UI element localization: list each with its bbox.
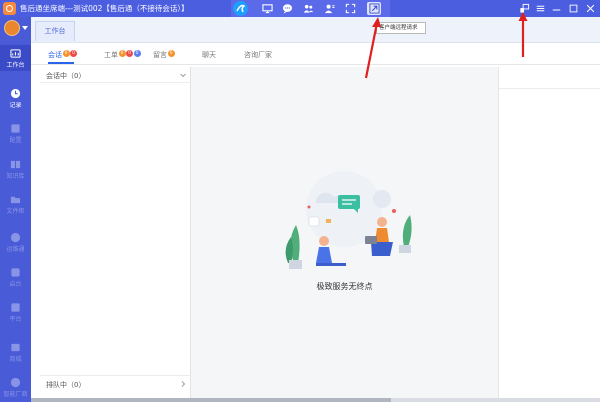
nav-item-config[interactable]: 配置	[0, 120, 31, 146]
active-tab-indicator	[48, 62, 74, 64]
minimize-icon[interactable]	[549, 2, 563, 15]
nav-label: 平台	[9, 316, 22, 323]
subtab-bar: 会话 0 0 工单 0 0 0 留言 0 聊天 咨询厂家	[31, 43, 600, 65]
detail-pane-header	[499, 67, 600, 89]
queue-group-header[interactable]: 排队中（0）	[40, 375, 191, 391]
folder-icon	[10, 196, 21, 204]
monitor-icon[interactable]	[260, 2, 274, 15]
chat-bubble-icon[interactable]	[280, 2, 294, 15]
conversation-pane: 极致服务无终点	[191, 67, 498, 398]
chevron-down-icon	[180, 73, 186, 78]
nav-label: 配置	[9, 137, 22, 144]
contacts-icon[interactable]	[322, 2, 336, 15]
nav-label: 文件柜	[6, 208, 25, 215]
horizontal-scrollbar[interactable]	[31, 398, 600, 402]
subtab-sessions[interactable]: 会话 0 0	[48, 50, 77, 60]
clock-icon	[10, 88, 21, 99]
workbench-icon	[10, 49, 21, 58]
subtab-label: 留言	[153, 51, 167, 59]
app-logo-icon[interactable]	[233, 1, 248, 16]
close-icon[interactable]	[583, 2, 597, 15]
annotation-arrow	[518, 12, 528, 57]
subtab-label: 会话	[48, 51, 62, 59]
nav-item-store[interactable]: 商城	[0, 339, 31, 365]
count-badge: 0	[70, 50, 77, 57]
session-group-header[interactable]: 会话中（0）	[40, 67, 191, 83]
nav-label: 智能厂商	[3, 391, 28, 398]
ops-icon	[10, 232, 21, 243]
nav-item-records[interactable]: 记录	[0, 85, 31, 111]
subtab-label: 工单	[104, 51, 118, 59]
scrollbar-thumb[interactable]	[31, 398, 391, 402]
nav-item-files[interactable]: 文件柜	[0, 191, 31, 217]
nav-label: 运维通	[6, 246, 25, 253]
platform-icon	[11, 303, 20, 312]
nav-item-workbench[interactable]: 工作台	[0, 45, 31, 71]
nav-label: 启台	[9, 281, 22, 288]
count-badge: 0	[133, 50, 141, 57]
subtab-consult-vendor[interactable]: 咨询厂家	[244, 50, 272, 60]
subtab-messages[interactable]: 留言 0	[153, 50, 175, 60]
store-icon	[11, 343, 20, 352]
count-badge: 0	[62, 50, 70, 57]
detail-pane	[498, 67, 600, 398]
nav-item-knowledge[interactable]: 知识库	[0, 156, 31, 182]
queue-group-label: 排队中（0）	[46, 381, 86, 389]
nav-item-platform[interactable]: 平台	[0, 299, 31, 325]
nav-item-ops[interactable]: 运维通	[0, 229, 31, 255]
nav-label: 知识库	[6, 173, 25, 180]
session-group-label: 会话中（0）	[46, 72, 86, 80]
app-logo-icon	[3, 2, 16, 15]
launch-icon	[11, 268, 20, 277]
left-nav: 工作台 记录 配置 知识库 文件柜 运维通 启台 平台 商城 智能厂商	[0, 17, 31, 402]
count-badge: 0	[126, 50, 133, 57]
fullscreen-icon[interactable]	[343, 2, 357, 15]
window-title: 售后通坐席端---测试002【售后通（不接待会话）】	[20, 4, 189, 13]
main-workspace: 工作台 会话 0 0 工单 0 0 0 留言 0 聊天 咨询厂家 会话中（0） 排队中（0）	[31, 17, 600, 398]
book-icon	[10, 160, 21, 169]
vendor-icon	[10, 377, 21, 388]
count-badge: 0	[118, 50, 126, 57]
session-list-pane: 会话中（0） 排队中（0）	[40, 67, 191, 398]
nav-label: 记录	[9, 102, 22, 109]
settings-icon	[11, 124, 20, 133]
nav-label: 商城	[9, 356, 22, 363]
workspace-tabbar: 工作台	[31, 17, 600, 43]
subtab-tickets[interactable]: 工单 0 0 0	[104, 50, 141, 60]
nav-label: 工作台	[6, 62, 25, 69]
chevron-down-icon[interactable]	[22, 26, 28, 30]
empty-state-caption: 极致服务无终点	[316, 282, 373, 291]
menu-icon[interactable]	[533, 2, 547, 15]
tab-workbench[interactable]: 工作台	[35, 21, 75, 41]
empty-state-illustration	[285, 171, 412, 269]
chevron-right-icon	[181, 381, 186, 387]
count-badge: 0	[167, 50, 175, 57]
nav-item-launch[interactable]: 启台	[0, 264, 31, 290]
avatar[interactable]	[4, 20, 20, 36]
maximize-icon[interactable]	[566, 2, 580, 15]
subtab-chat[interactable]: 聊天	[202, 50, 216, 60]
title-bar: 售后通坐席端---测试002【售后通（不接待会话）】	[0, 0, 600, 17]
group-icon[interactable]	[301, 2, 315, 15]
nav-item-vendor[interactable]: 智能厂商	[0, 374, 31, 400]
annotation-arrow	[364, 17, 381, 79]
